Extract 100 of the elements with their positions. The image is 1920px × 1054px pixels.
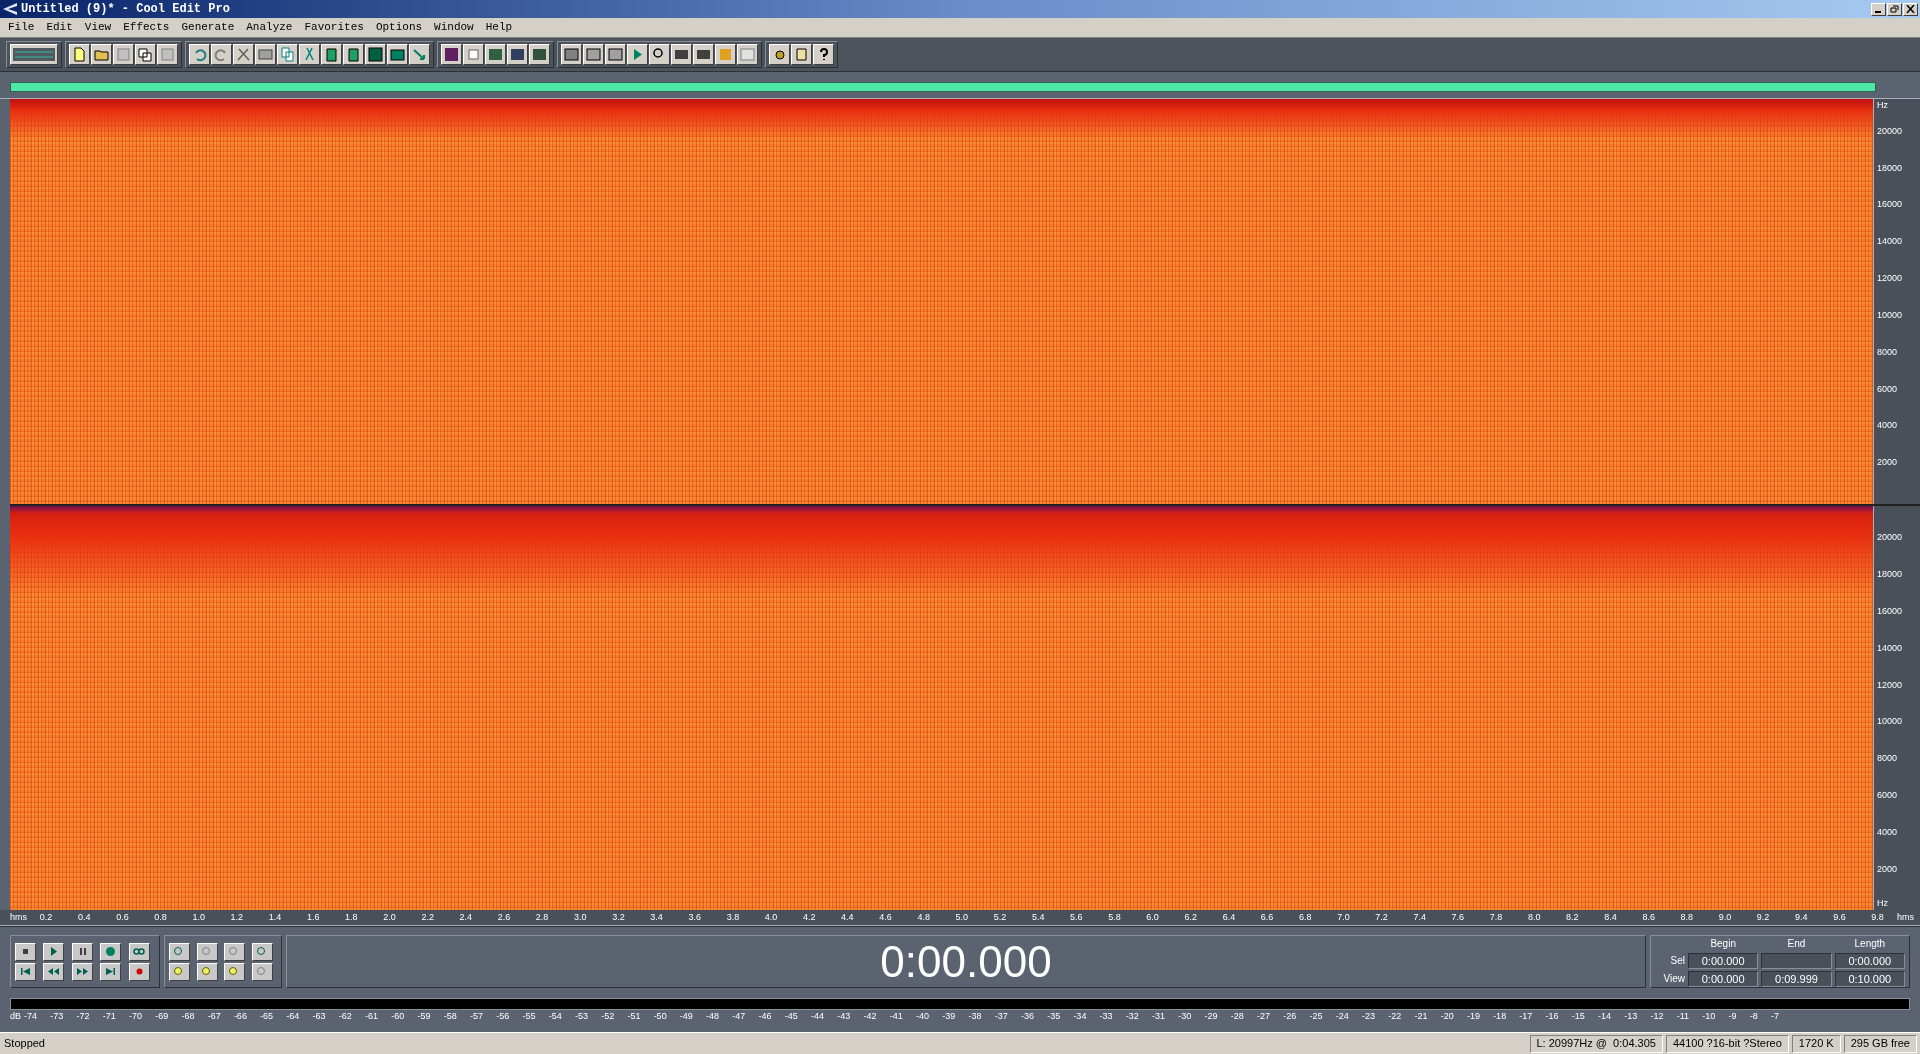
paste-mix-icon[interactable] — [343, 44, 364, 65]
ruler-tick-label: 2.8 — [535, 910, 549, 924]
menu-item[interactable]: Options — [375, 19, 423, 36]
menu-item[interactable]: Generate — [181, 19, 235, 36]
zoom-vertical-out-button[interactable] — [251, 962, 273, 981]
ruler-tick-label: 6.8 — [1299, 910, 1312, 924]
restore-button[interactable] — [1887, 2, 1902, 16]
pause-button[interactable] — [71, 942, 93, 961]
ruler-tick-label: 4.6 — [879, 910, 892, 924]
edit-view-toggle-button[interactable] — [10, 44, 58, 65]
ruler-tick-label: 5.0 — [955, 910, 969, 924]
stop-button[interactable] — [15, 942, 36, 961]
scale-tick-label: -69 — [155, 1010, 169, 1023]
ruler-tick-label: 0.4 — [78, 910, 91, 924]
scale-tick-label: -39 — [942, 1010, 956, 1023]
redo-icon[interactable] — [211, 44, 232, 65]
ruler-tick-label: 3.6 — [688, 910, 701, 924]
loop-button[interactable] — [128, 942, 150, 961]
scale-tick-label: -24 — [1335, 1010, 1349, 1023]
scale-tick-label: -23 — [1361, 1010, 1375, 1023]
scale-tick-label: -67 — [207, 1010, 221, 1023]
overview-bar[interactable] — [10, 82, 1876, 92]
menu-item[interactable]: Analyze — [246, 19, 293, 36]
scale-tick-label: -28 — [1230, 1010, 1244, 1023]
zoom-right-button[interactable] — [196, 962, 218, 981]
scale-tick-label: -30 — [1178, 1010, 1192, 1023]
ruler-tick-label: 4.0 — [764, 910, 778, 924]
scale-tick-label: -46 — [758, 1010, 772, 1023]
paste-icon[interactable] — [321, 44, 342, 65]
scale-tick-label: -61 — [365, 1010, 379, 1023]
time-field[interactable]: 0:10.000 — [1834, 971, 1905, 987]
scale-tick-label: -74 — [24, 1010, 37, 1023]
scale-tick-label: -52 — [601, 1010, 615, 1023]
time-field[interactable]: 0:00.000 — [1688, 953, 1759, 969]
play-icon[interactable] — [627, 44, 648, 65]
scale-tick-label: -9 — [1728, 1010, 1737, 1023]
scale-tick-label: -36 — [1020, 1010, 1034, 1023]
open-folder-icon[interactable] — [91, 44, 112, 65]
go-to-start-button[interactable] — [15, 962, 36, 981]
column-header: Length — [1853, 937, 1887, 951]
menu-item[interactable]: Edit — [46, 19, 73, 36]
scale-tick-label: -11 — [1676, 1010, 1690, 1023]
undo-icon[interactable] — [189, 44, 210, 65]
cut-icon[interactable] — [299, 44, 320, 65]
go-to-end-icon — [104, 966, 118, 977]
scale-tick-label: -64 — [286, 1010, 300, 1023]
time-field[interactable]: 0:00.000 — [1688, 971, 1759, 987]
ruler-tick-label: 1.2 — [230, 910, 244, 924]
save-all-icon[interactable] — [135, 44, 156, 65]
fast-forward-button[interactable] — [71, 962, 93, 981]
close-button[interactable] — [1903, 2, 1918, 16]
zoom-selection-button[interactable] — [224, 962, 245, 981]
ruler-tick-label: 9.0 — [1718, 910, 1732, 924]
scale-tick-label: -62 — [338, 1010, 352, 1023]
scale-tick-label: -29 — [1204, 1010, 1218, 1023]
zoom-out-button[interactable] — [196, 942, 218, 961]
play-to-end-button[interactable] — [100, 942, 122, 961]
ruler-tick-label: 6.2 — [1184, 910, 1198, 924]
axis-tick-label: 4000 — [1877, 419, 1899, 433]
zoom-left-button[interactable] — [169, 962, 190, 981]
copy-icon[interactable] — [277, 44, 298, 65]
ruler-tick-label: 2.4 — [459, 910, 473, 924]
ruler-tick-label: 8.8 — [1680, 910, 1694, 924]
status-cell: 44100 ?16-bit ?Stereo — [1665, 1034, 1789, 1053]
scale-tick-label: -53 — [574, 1010, 588, 1023]
scale-tick-label: -49 — [679, 1010, 693, 1023]
zoom-in-button[interactable] — [169, 942, 190, 961]
zoom-vertical-in-button[interactable] — [251, 942, 273, 961]
time-field[interactable]: 0:00.000 — [1834, 953, 1905, 969]
magnifier-icon[interactable] — [649, 44, 670, 65]
app-logo-icon — [2, 2, 18, 16]
time-field[interactable]: 0:09.999 — [1761, 971, 1832, 987]
scale-tick-label: -19 — [1466, 1010, 1480, 1023]
scale-tick-label: -35 — [1047, 1010, 1061, 1023]
new-file-icon[interactable] — [69, 44, 90, 65]
axis-tick-label: 14000 — [1877, 641, 1904, 655]
scale-tick-label: -34 — [1073, 1010, 1087, 1023]
axis-tick-label: 10000 — [1877, 308, 1904, 322]
menu-item[interactable]: Window — [434, 19, 474, 36]
go-to-end-button[interactable] — [100, 962, 122, 981]
scale-tick-label: -40 — [915, 1010, 929, 1023]
zoom-full-button[interactable] — [224, 942, 245, 961]
time-field[interactable] — [1761, 953, 1832, 969]
column-header: End — [1786, 937, 1807, 951]
menu-item[interactable]: Help — [485, 19, 513, 36]
help-icon[interactable] — [813, 44, 834, 65]
scissors-icon[interactable] — [233, 44, 254, 65]
play-button[interactable] — [43, 942, 65, 961]
menu-item[interactable]: Effects — [123, 19, 170, 36]
menu-item[interactable]: File — [8, 19, 35, 36]
scale-tick-label: -44 — [811, 1010, 825, 1023]
record-button[interactable] — [128, 962, 150, 981]
menu-item[interactable]: View — [84, 19, 112, 36]
ruler-tick-label: 1.4 — [268, 910, 282, 924]
rewind-button[interactable] — [43, 962, 65, 981]
minimize-button[interactable] — [1871, 2, 1886, 16]
axis-tick-label: 18000 — [1877, 161, 1904, 175]
menu-item[interactable]: Favorites — [304, 19, 364, 36]
status-text: Stopped — [3, 1036, 46, 1052]
waveform-multitrack-icon — [13, 48, 55, 61]
